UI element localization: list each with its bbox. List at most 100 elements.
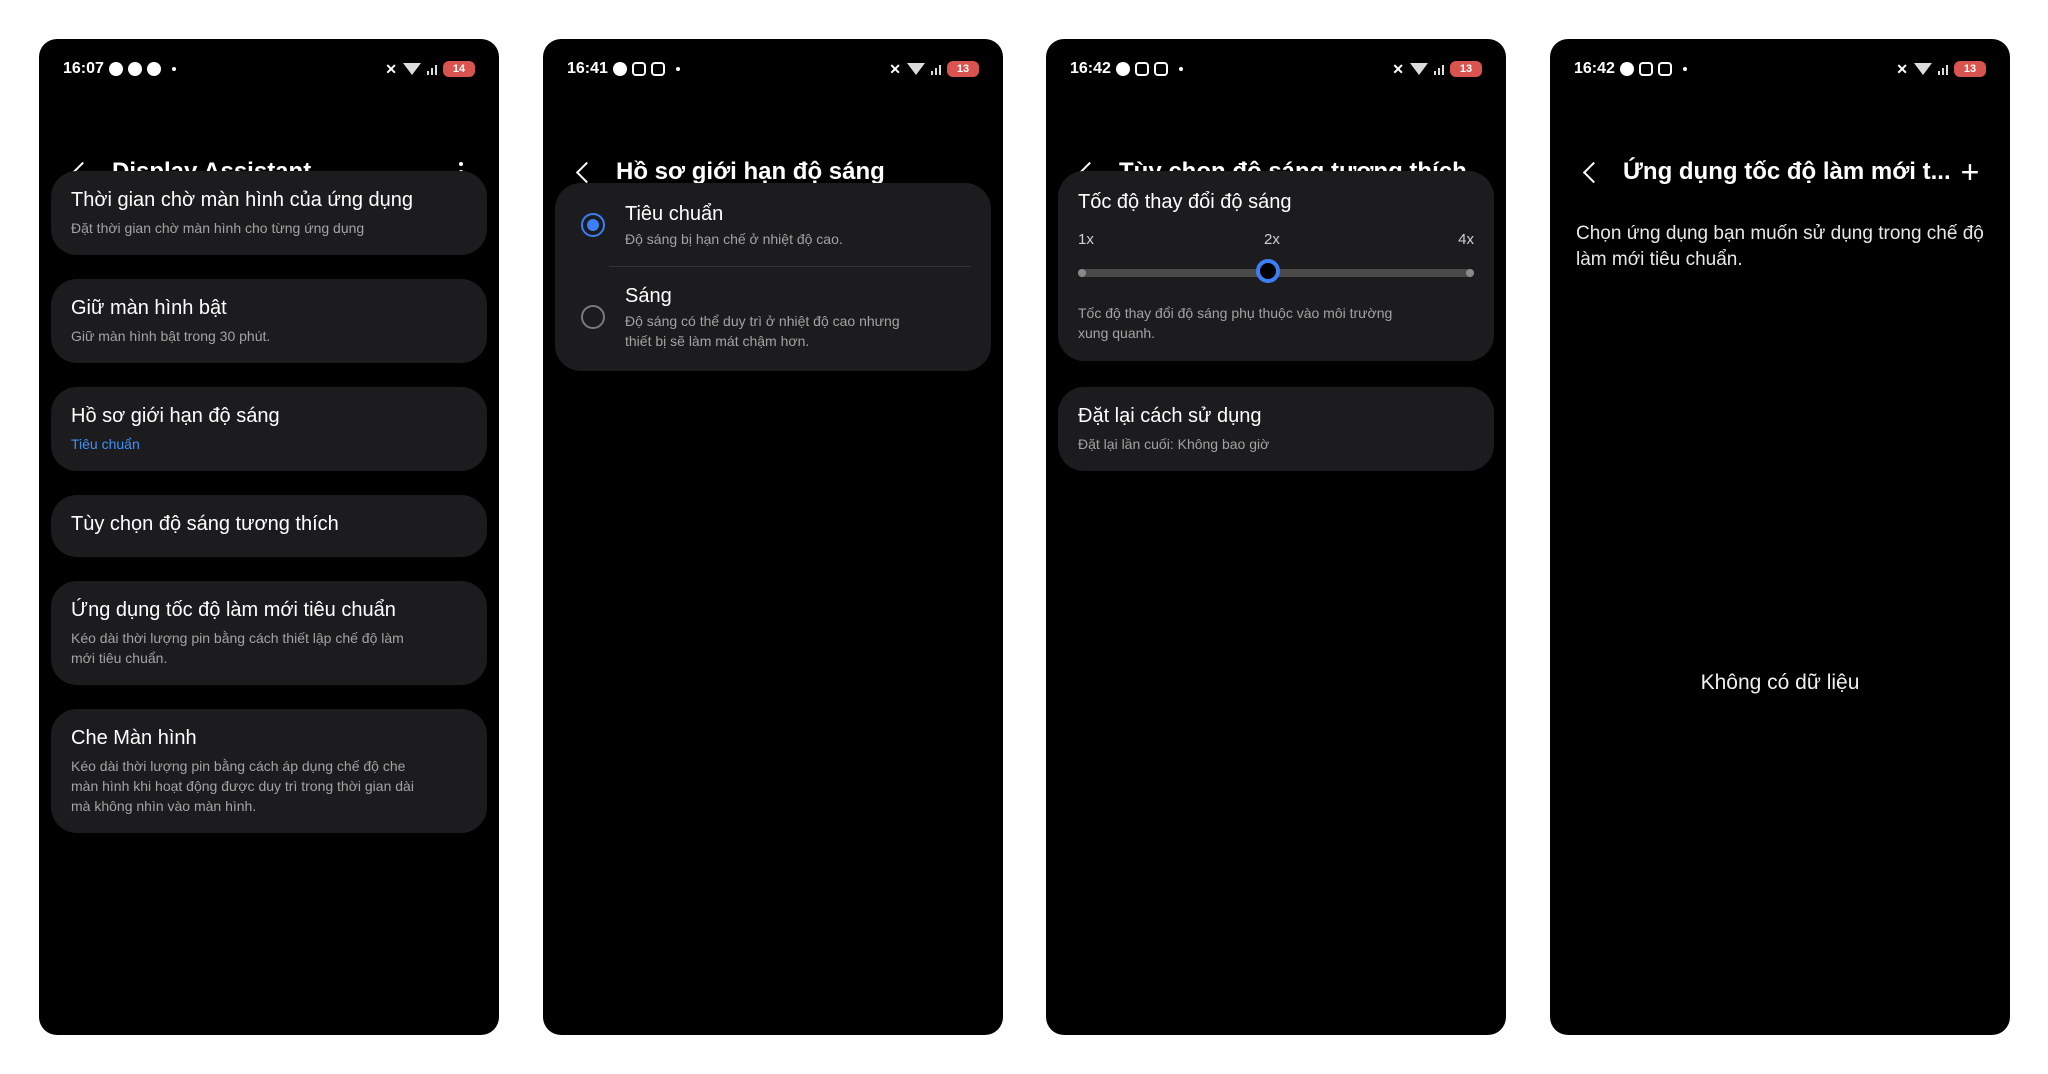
slider-stop-dot <box>1078 269 1086 277</box>
tick-label: 1x <box>1078 231 1094 248</box>
settings-item-screen-cover[interactable]: Che Màn hình Kéo dài thời lượng pin bằng… <box>51 709 487 833</box>
back-icon[interactable] <box>575 161 598 183</box>
item-title: Ứng dụng tốc độ làm mới tiêu chuẩn <box>71 599 396 621</box>
instagram-icon <box>650 62 665 76</box>
status-time: 16:42 <box>1070 60 1111 77</box>
facebook-icon <box>127 62 142 76</box>
mute-icon: ✕ <box>1896 60 1908 77</box>
screen-adaptive-brightness: 16:42 ✕ 13 Tùy chọn độ sáng tương thích … <box>1046 39 1506 1035</box>
page-description-line: làm mới tiêu chuẩn. <box>1576 249 1743 270</box>
item-subtitle: Kéo dài thời lượng pin bằng cách áp dụng… <box>71 756 467 816</box>
messenger-icon <box>1619 62 1634 76</box>
signal-icon <box>1938 63 1948 75</box>
tick-label: 4x <box>1458 231 1474 248</box>
option-bright[interactable]: Sáng Độ sáng có thể duy trì ở nhiệt độ c… <box>555 267 991 371</box>
battery-icon: 13 <box>1450 61 1482 77</box>
status-time: 16:41 <box>567 60 608 77</box>
slider-thumb[interactable] <box>1256 259 1280 283</box>
item-subtitle: Đặt thời gian chờ màn hình cho từng ứng … <box>71 220 365 236</box>
battery-icon: 13 <box>1954 61 1986 77</box>
settings-item-adaptive-brightness[interactable]: Tùy chọn độ sáng tương thích <box>51 495 487 557</box>
signal-icon <box>931 63 941 75</box>
radio-unselected-icon[interactable] <box>581 305 605 329</box>
item-subtitle: Giữ màn hình bật trong 30 phút. <box>71 328 271 344</box>
messenger-icon <box>612 62 627 76</box>
instagram-icon <box>1638 62 1653 76</box>
empty-state-text: Không có dữ liệu <box>1700 671 1860 694</box>
speed-description: Tốc độ thay đổi độ sáng phụ thuộc vào mô… <box>1078 303 1474 343</box>
option-subtitle-line: Độ sáng có thể duy trì ở nhiệt độ cao nh… <box>625 313 900 329</box>
facebook-icon <box>108 62 123 76</box>
item-title: Che Màn hình <box>71 727 197 749</box>
add-icon[interactable]: + <box>1958 156 1982 188</box>
item-subtitle-line: màn hình khi hoạt động được duy trì tron… <box>71 778 414 794</box>
signal-icon <box>1434 63 1444 75</box>
battery-icon: 13 <box>947 61 979 77</box>
item-subtitle-line: Kéo dài thời lượng pin bằng cách áp dụng… <box>71 758 406 774</box>
item-subtitle: Đặt lại lần cuối: Không bao giờ <box>1078 436 1270 452</box>
item-title: Hồ sơ giới hạn độ sáng <box>71 405 280 427</box>
messenger-icon <box>1115 62 1130 76</box>
status-bar: 16:07 ✕ 14 <box>63 49 475 89</box>
tick-label: 2x <box>1264 231 1280 248</box>
status-time: 16:42 <box>1574 60 1615 77</box>
instagram-icon <box>1657 62 1672 76</box>
wifi-icon <box>1914 63 1932 75</box>
option-title: Tiêu chuẩn <box>625 203 724 225</box>
brightness-speed-slider[interactable] <box>1078 259 1474 283</box>
status-bar: 16:42 ✕ 13 <box>1574 49 1986 89</box>
slider-stop-dot <box>1466 269 1474 277</box>
option-subtitle: Độ sáng bị hạn chế ở nhiệt độ cao. <box>625 231 843 247</box>
mute-icon: ✕ <box>385 60 397 77</box>
more-notifications-icon <box>675 67 680 71</box>
status-bar: 16:42 ✕ 13 <box>1070 49 1482 89</box>
settings-item-standard-refresh-apps[interactable]: Ứng dụng tốc độ làm mới tiêu chuẩn Kéo d… <box>51 581 487 685</box>
settings-item-app-timeout[interactable]: Thời gian chờ màn hình của ứng dụng Đặt … <box>51 171 487 255</box>
settings-item-keep-screen-on[interactable]: Giữ màn hình bật Giữ màn hình bật trong … <box>51 279 487 363</box>
radio-selected-icon[interactable] <box>581 213 605 237</box>
app-bar: Ứng dụng tốc độ làm mới t... + <box>1578 147 1982 197</box>
option-title: Sáng <box>625 285 672 307</box>
mute-icon: ✕ <box>1392 60 1404 77</box>
wifi-icon <box>403 63 421 75</box>
screen-standard-refresh-apps: 16:42 ✕ 13 Ứng dụng tốc độ làm mới t... … <box>1550 39 2010 1035</box>
option-standard[interactable]: Tiêu chuẩn Độ sáng bị hạn chế ở nhiệt độ… <box>555 183 991 265</box>
mute-icon: ✕ <box>889 60 901 77</box>
speed-description-line: xung quanh. <box>1078 325 1156 341</box>
more-notifications-icon <box>1178 67 1183 71</box>
speed-title: Tốc độ thay đổi độ sáng <box>1078 191 1292 213</box>
settings-item-brightness-profile[interactable]: Hồ sơ giới hạn độ sáng Tiêu chuẩn <box>51 387 487 471</box>
status-time: 16:07 <box>63 60 104 77</box>
brightness-speed-card: Tốc độ thay đổi độ sáng 1x 2x 4x Tốc độ … <box>1058 171 1494 361</box>
wifi-icon <box>1410 63 1428 75</box>
speed-description-line: Tốc độ thay đổi độ sáng phụ thuộc vào mô… <box>1078 305 1393 321</box>
page-title: Ứng dụng tốc độ làm mới t... <box>1623 158 1951 185</box>
item-subtitle: Kéo dài thời lượng pin bằng cách thiết l… <box>71 628 467 668</box>
more-notifications-icon <box>171 67 176 71</box>
instagram-icon <box>1134 62 1149 76</box>
item-title: Đặt lại cách sử dụng <box>1078 405 1262 427</box>
reset-usage-item[interactable]: Đặt lại cách sử dụng Đặt lại lần cuối: K… <box>1058 387 1494 471</box>
page-description-line: Chọn ứng dụng bạn muốn sử dụng trong chế… <box>1576 223 1984 244</box>
back-icon[interactable] <box>1582 161 1605 183</box>
item-subtitle-line: mà không nhìn vào màn hình. <box>71 798 257 814</box>
item-title: Thời gian chờ màn hình của ứng dụng <box>71 189 414 211</box>
item-title: Tùy chọn độ sáng tương thích <box>71 513 339 535</box>
more-notifications-icon <box>1682 67 1687 71</box>
signal-icon <box>427 63 437 75</box>
instagram-icon <box>631 62 646 76</box>
page-description: Chọn ứng dụng bạn muốn sử dụng trong chế… <box>1576 221 1996 273</box>
option-subtitle: Độ sáng có thể duy trì ở nhiệt độ cao nh… <box>625 311 900 351</box>
brightness-options-card: Tiêu chuẩn Độ sáng bị hạn chế ở nhiệt độ… <box>555 183 991 371</box>
wifi-icon <box>907 63 925 75</box>
item-title: Giữ màn hình bật <box>71 297 227 319</box>
page-title: Hồ sơ giới hạn độ sáng <box>616 158 885 185</box>
item-subtitle-line: mới tiêu chuẩn. <box>71 650 168 666</box>
screen-brightness-profile: 16:41 ✕ 13 Hồ sơ giới hạn độ sáng Tiêu c… <box>543 39 1003 1035</box>
item-value: Tiêu chuẩn <box>71 436 140 452</box>
status-bar: 16:41 ✕ 13 <box>567 49 979 89</box>
instagram-icon <box>1153 62 1168 76</box>
screen-display-assistant: 16:07 ✕ 14 Display Assistant Thời gian c… <box>39 39 499 1035</box>
item-subtitle-line: Kéo dài thời lượng pin bằng cách thiết l… <box>71 630 404 646</box>
option-subtitle-line: thiết bị sẽ làm mát chậm hơn. <box>625 333 810 349</box>
